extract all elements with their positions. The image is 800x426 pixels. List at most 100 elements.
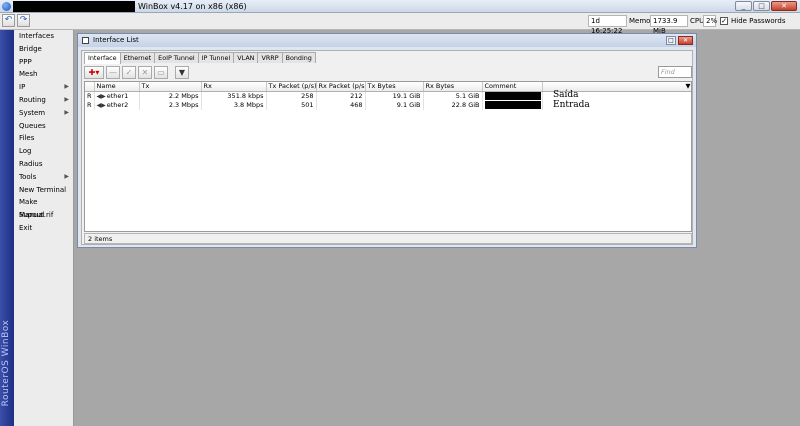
interface-icon: ◀▶: [96, 92, 106, 100]
item-count: 2 items: [88, 235, 113, 243]
row-tx-packet: 501: [266, 100, 317, 110]
sidebar-item-ppp[interactable]: PPP: [15, 56, 73, 69]
sidebar-item-system[interactable]: System ▶: [15, 107, 73, 120]
submenu-arrow-icon: ▶: [64, 95, 69, 103]
filter-icon[interactable]: ▼: [175, 66, 189, 79]
interface-list-body: Interface Ethernet EoIP Tunnel IP Tunnel…: [81, 50, 693, 245]
sidebar-item-log[interactable]: Log: [15, 145, 73, 158]
tab-ip-tunnel[interactable]: IP Tunnel: [197, 52, 235, 63]
row-name: ◀▶ether1: [94, 91, 140, 101]
hide-passwords-label[interactable]: Hide Passwords: [731, 15, 786, 27]
restore-icon[interactable]: □: [666, 36, 676, 45]
interface-icon: ◀▶: [96, 101, 106, 109]
sidebar-item-label: Manual: [19, 211, 45, 220]
submenu-arrow-icon: ▶: [64, 172, 69, 180]
row-rx: 3.8 Mbps: [201, 100, 267, 110]
sidebar-item-label: Radius: [19, 159, 43, 168]
comment-icon[interactable]: ▭: [154, 66, 168, 79]
sidebar-item-label: IP: [19, 83, 26, 92]
list-toolbar: ✚▾ — ✓ ✕ ▭ ▼ Find: [84, 66, 692, 80]
tab-interface[interactable]: Interface: [84, 52, 121, 64]
sidebar-item-label: Log: [19, 147, 32, 156]
table-row[interactable]: R ◀▶ether1 2.2 Mbps 351.8 kbps 258 212 1…: [85, 91, 691, 101]
maximize-button[interactable]: □: [753, 1, 770, 11]
sidebar-item-label: Exit: [19, 223, 33, 232]
row-tx-bytes: 19.1 GiB: [365, 91, 424, 101]
tab-bonding[interactable]: Bonding: [281, 52, 316, 63]
column-header-tx-packet[interactable]: Tx Packet (p/s): [266, 82, 317, 92]
column-header-comment[interactable]: Comment: [482, 82, 543, 92]
window-icon: [82, 37, 89, 44]
tab-ethernet[interactable]: Ethernet: [119, 52, 156, 63]
interface-name: ether1: [106, 91, 129, 100]
table-row[interactable]: R ◀▶ether2 2.3 Mbps 3.8 Mbps 501 468 9.1…: [85, 100, 691, 110]
main-toolbar: ↶ ↷ 1d 16:25:22 Memory: 1733.9 MiB CPU: …: [0, 13, 800, 35]
sidebar-item-interfaces[interactable]: Interfaces: [15, 30, 73, 43]
row-rx-bytes: 22.8 GiB: [423, 100, 483, 110]
winbox-app-icon[interactable]: [2, 2, 11, 11]
hide-passwords-checkbox[interactable]: ✓: [720, 17, 728, 25]
sidebar-item-ip[interactable]: IP ▶: [15, 81, 73, 94]
submenu-arrow-icon: ▶: [64, 83, 69, 91]
row-rx-bytes: 5.1 GiB: [423, 91, 483, 101]
row-rx: 351.8 kbps: [201, 91, 267, 101]
sidebar: RouterOS WinBox Interfaces Bridge PPP Me…: [0, 30, 74, 426]
submenu-arrow-icon: ▶: [64, 108, 69, 116]
sidebar-item-queues[interactable]: Queues: [15, 120, 73, 133]
tab-vrrp[interactable]: VRRP: [257, 52, 283, 63]
undo-icon[interactable]: ↶: [2, 14, 15, 27]
annotation-saida: Saída: [553, 90, 579, 100]
cpu-display: 2%: [703, 15, 717, 27]
sidebar-item-make-supout[interactable]: Make Supout.rif: [15, 196, 73, 219]
brand-strip: RouterOS WinBox: [0, 30, 14, 426]
row-rx-packet: 212: [316, 91, 366, 101]
brand-text: RouterOS WinBox: [1, 319, 11, 407]
sidebar-item-label: Files: [19, 134, 35, 143]
interface-list-title-bar[interactable]: Interface List □ ✕: [78, 34, 696, 47]
remove-icon[interactable]: —: [106, 66, 120, 79]
sidebar-item-tools[interactable]: Tools ▶: [15, 171, 73, 184]
sidebar-item-label: Routing: [19, 95, 46, 104]
column-header-name[interactable]: Name: [94, 82, 140, 92]
column-header-rx-packet[interactable]: Rx Packet (p/s): [316, 82, 366, 92]
column-header-tx-bytes[interactable]: Tx Bytes: [365, 82, 424, 92]
sidebar-item-radius[interactable]: Radius: [15, 158, 73, 171]
sidebar-item-exit[interactable]: Exit: [15, 222, 73, 235]
sidebar-item-bridge[interactable]: Bridge: [15, 43, 73, 56]
sidebar-item-mesh[interactable]: Mesh: [15, 68, 73, 81]
close-button[interactable]: ✕: [771, 1, 797, 11]
sidebar-item-routing[interactable]: Routing ▶: [15, 94, 73, 107]
sidebar-item-label: Tools: [19, 172, 37, 181]
interface-list-window: Interface List □ ✕ Interface Ethernet Eo…: [77, 33, 697, 248]
enable-icon[interactable]: ✓: [122, 66, 136, 79]
row-flag: R: [85, 100, 95, 110]
disable-icon[interactable]: ✕: [138, 66, 152, 79]
tab-vlan[interactable]: VLAN: [233, 52, 259, 63]
redacted-comment: [484, 101, 541, 109]
column-header-tx[interactable]: Tx: [139, 82, 202, 92]
tab-strip: Interface Ethernet EoIP Tunnel IP Tunnel…: [84, 52, 316, 64]
list-status-bar: 2 items: [84, 233, 692, 244]
row-tx-packet: 258: [266, 91, 317, 101]
redo-icon[interactable]: ↷: [17, 14, 30, 27]
close-icon[interactable]: ✕: [678, 36, 693, 45]
row-rx-packet: 468: [316, 100, 366, 110]
sidebar-item-label: Mesh: [19, 70, 38, 79]
row-tx-bytes: 9.1 GiB: [365, 100, 424, 110]
row-comment: [482, 91, 543, 101]
column-header-flag[interactable]: [85, 82, 95, 92]
sidebar-item-label: New Terminal: [19, 185, 67, 194]
column-header-rx-bytes[interactable]: Rx Bytes: [423, 82, 483, 92]
add-icon[interactable]: ✚▾: [84, 66, 104, 79]
sidebar-item-label: Bridge: [19, 44, 42, 53]
sidebar-item-manual[interactable]: Manual: [15, 209, 73, 222]
row-comment: [482, 100, 543, 110]
column-header-rx[interactable]: Rx: [201, 82, 267, 92]
minimize-button[interactable]: _: [735, 1, 752, 11]
find-input[interactable]: Find: [658, 66, 692, 78]
tab-eoip-tunnel[interactable]: EoIP Tunnel: [154, 52, 199, 63]
sidebar-item-new-terminal[interactable]: New Terminal: [15, 184, 73, 197]
sidebar-item-files[interactable]: Files: [15, 132, 73, 145]
title-bar: WinBox v4.17 on x86 (x86) _ □ ✕: [0, 0, 800, 13]
redacted-comment: [484, 92, 541, 100]
